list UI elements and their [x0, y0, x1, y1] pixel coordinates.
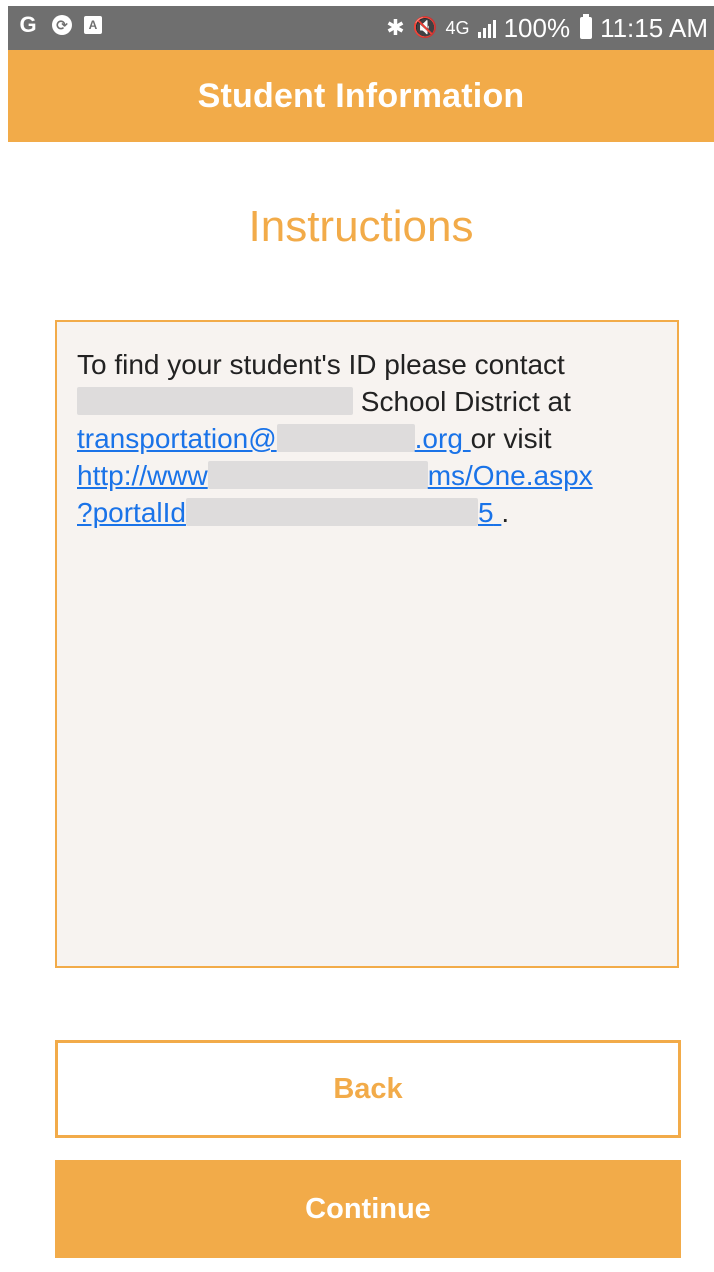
sync-icon: ⟳ — [52, 15, 72, 35]
continue-button[interactable]: Continue — [55, 1160, 681, 1258]
status-time: 11:15 AM — [600, 13, 708, 43]
network-label: 4G — [445, 18, 470, 38]
status-right-icons: ✱ 🔇 4G 100% 11:15 AM — [386, 13, 708, 43]
email-suffix[interactable]: .org — [415, 423, 463, 454]
instructions-box: To find your student's ID please contact… — [55, 320, 679, 968]
portal-link[interactable]: http://www ms/One.aspx ?portalId 5 — [77, 460, 593, 528]
back-button-label: Back — [333, 1072, 403, 1105]
url-part2[interactable]: ms/One.aspx — [428, 460, 593, 491]
bluetooth-icon: ✱ — [386, 15, 405, 40]
redacted-district-name — [77, 387, 353, 415]
a-box-icon: A — [84, 16, 102, 34]
url-part3[interactable]: ?portalId — [77, 497, 186, 528]
app-title: Student Information — [197, 76, 525, 115]
redacted-url-tail — [185, 498, 478, 526]
app-header: Student Information — [8, 50, 714, 142]
google-g-icon: G — [19, 12, 37, 37]
battery-icon — [580, 14, 593, 39]
email-link[interactable]: transportation@ .org — [77, 423, 471, 454]
back-button[interactable]: Back — [55, 1040, 681, 1138]
redacted-email-domain — [276, 424, 415, 452]
trailing-period: . — [501, 497, 510, 528]
url-tail[interactable]: 5 — [478, 497, 494, 528]
redacted-url-middle — [207, 461, 428, 489]
status-left-icons: G ⟳ A — [16, 13, 102, 37]
status-bar: G ⟳ A ✱ 🔇 4G 100% 11:15 AM — [8, 6, 714, 50]
continue-button-label: Continue — [305, 1192, 431, 1225]
district-suffix: School District at — [360, 386, 571, 417]
or-visit-text: or visit — [470, 423, 552, 454]
section-title: Instructions — [248, 202, 474, 251]
url-part1[interactable]: http://www — [77, 460, 208, 491]
mute-icon: 🔇 — [412, 17, 438, 39]
instructions-line1: To find your student's ID please contact — [77, 349, 565, 380]
battery-percent: 100% — [503, 13, 571, 43]
email-prefix[interactable]: transportation@ — [77, 423, 277, 454]
main-content: Instructions To find your student's ID p… — [8, 142, 714, 1272]
signal-icon — [477, 18, 496, 38]
